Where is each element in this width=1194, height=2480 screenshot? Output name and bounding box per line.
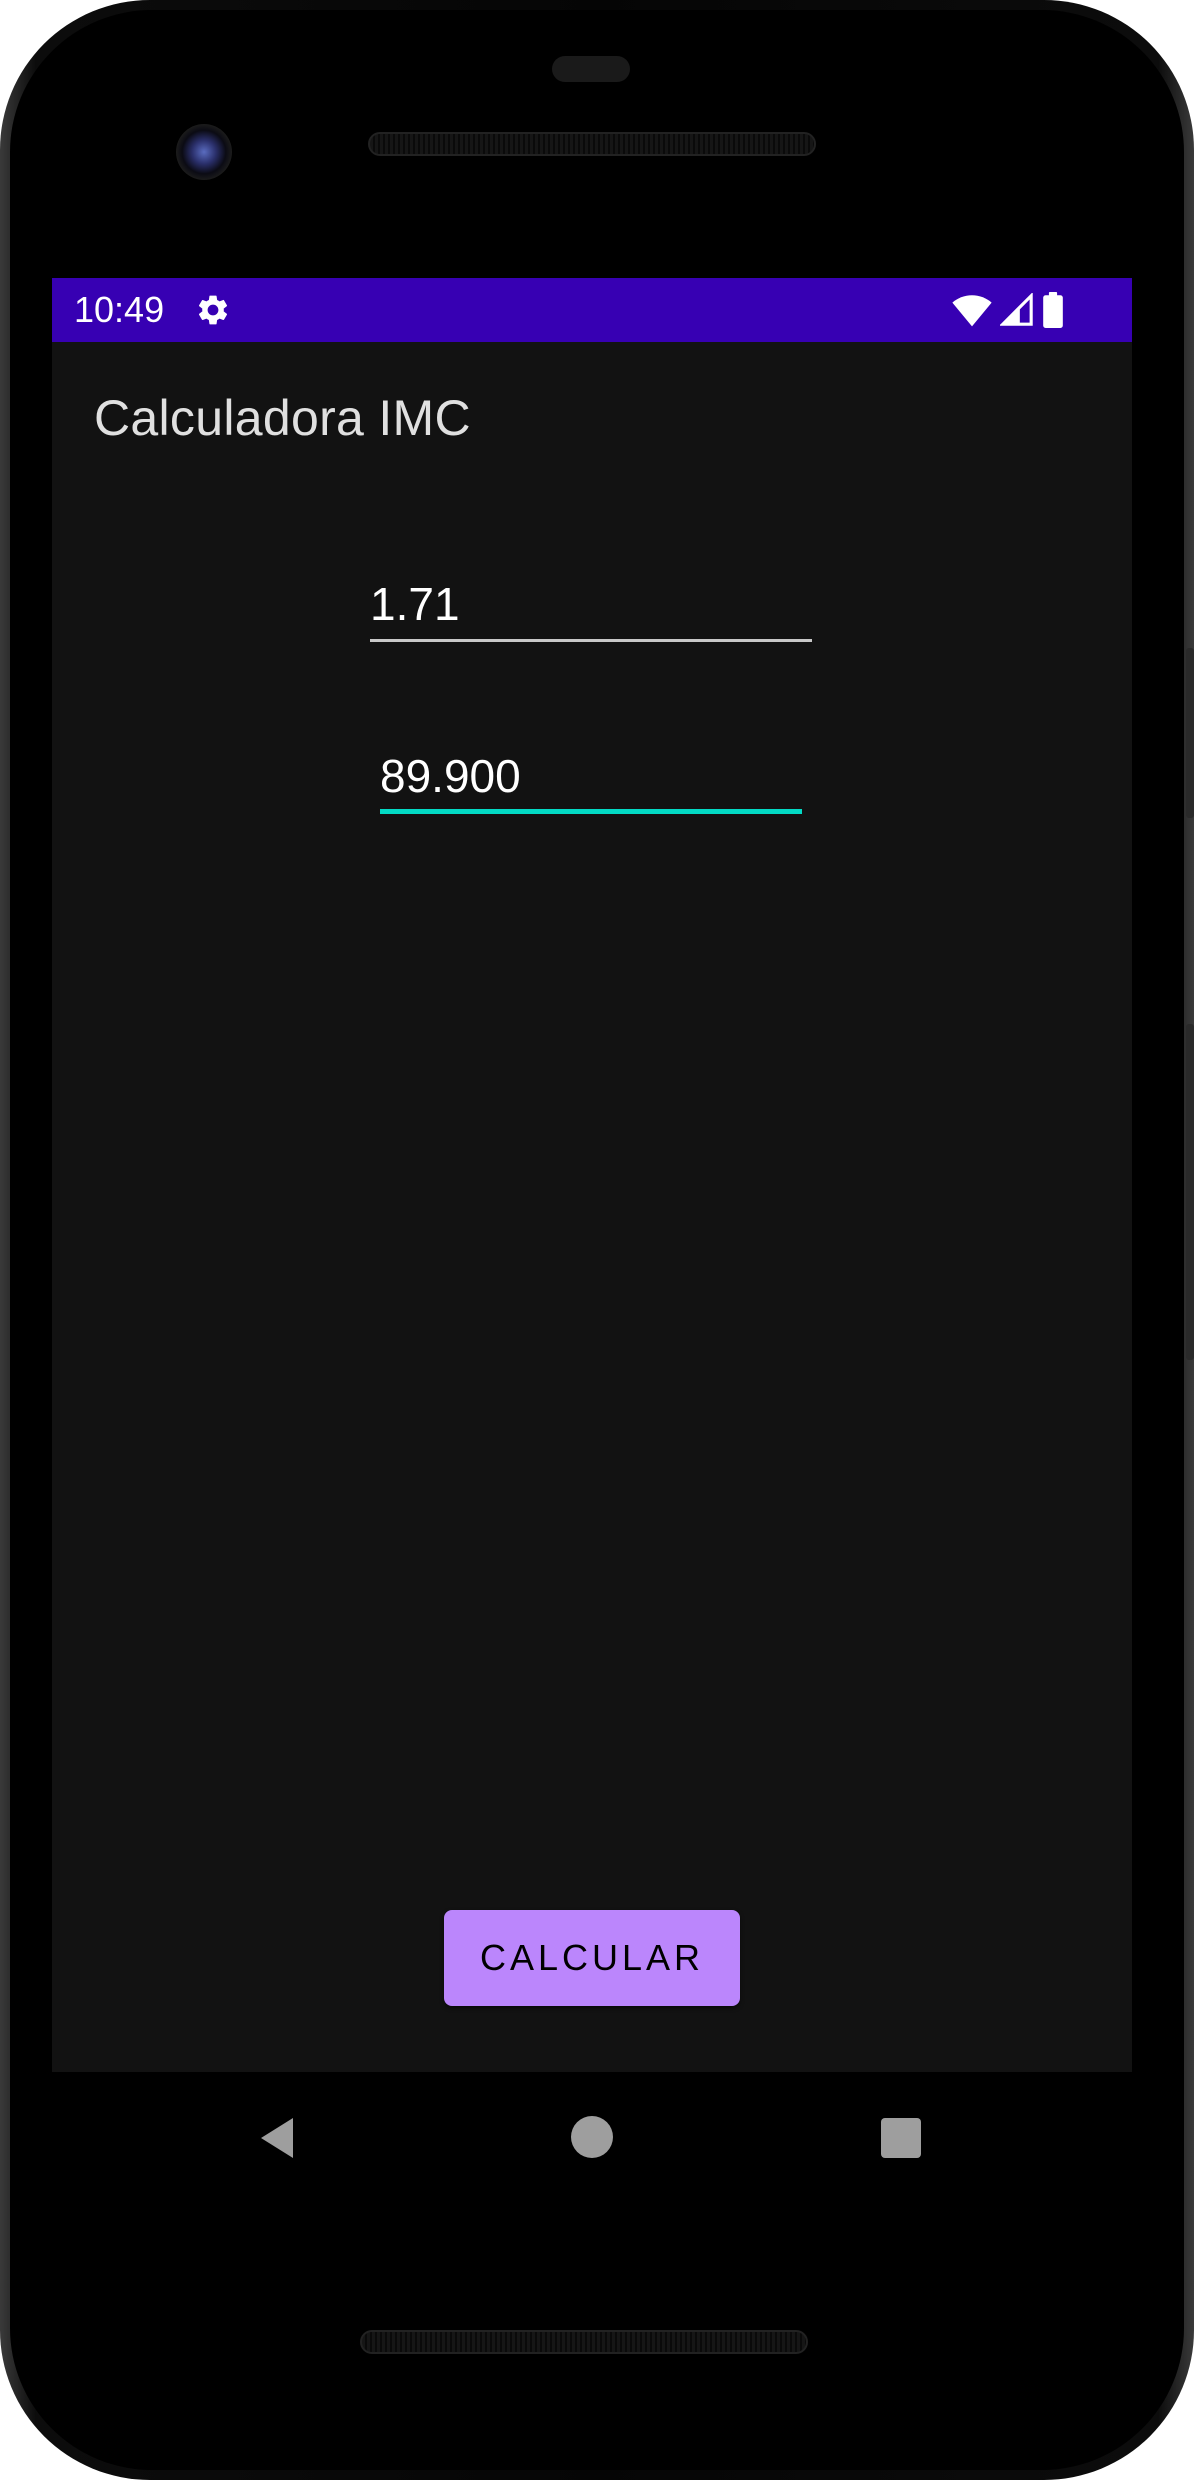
bottom-speaker-grille <box>360 2330 808 2354</box>
height-input[interactable]: 1.71 <box>370 570 812 642</box>
weight-input-value: 89.900 <box>380 750 521 802</box>
power-button <box>1186 648 1194 818</box>
recents-icon[interactable] <box>881 2118 921 2158</box>
cell-signal-icon <box>1000 293 1033 326</box>
weight-input[interactable]: 89.900 <box>380 742 802 814</box>
height-input-value: 1.71 <box>370 578 460 630</box>
calculate-button[interactable]: CALCULAR <box>444 1910 740 2006</box>
app-screen: 10:49 Calculadora IMC 1.71 89.900 CALCUL… <box>52 278 1132 2072</box>
back-icon[interactable] <box>257 2116 297 2160</box>
volume-rocker <box>1186 1024 1194 1360</box>
home-icon[interactable] <box>571 2116 613 2158</box>
proximity-sensor <box>552 56 630 82</box>
status-bar: 10:49 <box>52 278 1132 342</box>
settings-gear-icon <box>198 295 228 325</box>
top-speaker-grille <box>368 132 816 156</box>
navigation-bar <box>52 2072 1132 2202</box>
front-camera <box>176 124 232 180</box>
wifi-icon <box>952 295 992 327</box>
status-time: 10:49 <box>74 289 165 330</box>
battery-icon <box>1043 292 1063 328</box>
status-icons <box>952 290 1064 330</box>
app-title: Calculadora IMC <box>94 390 471 446</box>
phone-frame: 10:49 Calculadora IMC 1.71 89.900 CALCUL… <box>0 0 1194 2480</box>
